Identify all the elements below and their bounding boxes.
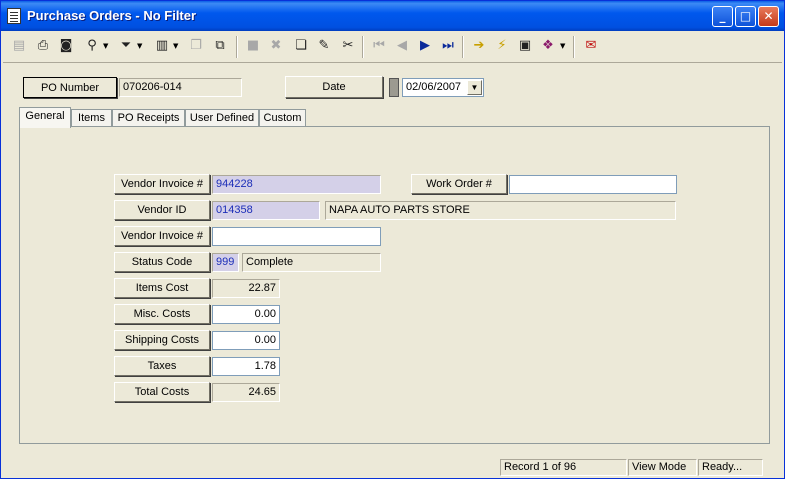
clipboard-icon — [7, 8, 21, 24]
toolbar-separator — [573, 36, 575, 58]
items-cost-field: 22.87 — [212, 279, 280, 298]
last-record-icon[interactable]: ⏭ — [438, 36, 458, 56]
filter-dropdown-icon[interactable]: ▼ — [137, 40, 143, 52]
tab-custom[interactable]: Custom — [259, 109, 306, 127]
work-order-field[interactable] — [509, 175, 677, 194]
taxes-label: Taxes — [114, 356, 210, 376]
vendor-invoice-field: 944228 — [212, 175, 381, 194]
print-icon[interactable]: ⎙ — [33, 36, 53, 56]
maximize-button[interactable]: □ — [735, 6, 756, 27]
toolbar-separator — [362, 36, 364, 58]
mode-indicator: View Mode — [628, 459, 697, 476]
find-dropdown-icon[interactable]: ▼ — [103, 40, 109, 52]
print-preview-icon[interactable]: ◙ — [56, 36, 76, 56]
purchase-orders-window: Purchase Orders - No Filter _ □ ✕ ▤ ⎙ ◙ … — [0, 0, 785, 479]
resize-grip-icon[interactable] — [764, 459, 781, 476]
record-indicator: Record 1 of 96 — [500, 459, 627, 476]
status-bar: Record 1 of 96 View Mode Ready... — [3, 458, 782, 478]
title-bar[interactable]: Purchase Orders - No Filter _ □ ✕ — [1, 1, 784, 31]
lookup-icon[interactable]: ▣ — [515, 36, 535, 56]
shipping-costs-field[interactable]: 0.00 — [212, 331, 280, 350]
toolbar-separator — [462, 36, 464, 58]
po-number-button[interactable]: PO Number — [23, 77, 117, 98]
save-icon[interactable]: ■ — [243, 36, 263, 56]
state-indicator: Ready... — [698, 459, 763, 476]
report-dropdown-icon[interactable]: ▼ — [173, 40, 179, 52]
total-costs-label: Total Costs — [114, 382, 210, 402]
work-order-button[interactable]: Work Order # — [411, 174, 507, 194]
vendor-id-button[interactable]: Vendor ID — [114, 200, 210, 220]
status-code-field: 999 — [212, 253, 239, 272]
status-code-button[interactable]: Status Code — [114, 252, 210, 272]
date-value: 02/06/2007 — [406, 81, 462, 93]
tab-user-defined[interactable]: User Defined — [185, 109, 259, 127]
lightning-icon[interactable]: ⚡ — [492, 36, 512, 56]
misc-costs-label: Misc. Costs — [114, 304, 210, 324]
delete-icon[interactable]: ✖ — [266, 36, 286, 56]
next-record-icon[interactable]: ▶ — [415, 36, 435, 56]
vendor-name-field: NAPA AUTO PARTS STORE — [325, 201, 676, 220]
copy-record-icon[interactable]: ❐ — [186, 36, 206, 56]
misc-costs-field[interactable]: 0.00 — [212, 305, 280, 324]
new-record-icon[interactable]: ▤ — [9, 36, 29, 56]
help-dropdown-icon[interactable]: ▼ — [560, 40, 566, 52]
po-number-field: 070206-014 — [119, 78, 242, 97]
shipping-costs-label: Shipping Costs — [114, 330, 210, 350]
date-button[interactable]: Date — [285, 76, 383, 98]
edit-pencil-icon[interactable]: ✎ — [314, 36, 334, 56]
vendor-invoice-2-button[interactable]: Vendor Invoice # — [114, 226, 210, 246]
vendor-invoice-button[interactable]: Vendor Invoice # — [114, 174, 210, 194]
tab-items[interactable]: Items — [71, 109, 112, 127]
report-icon[interactable]: ▥ — [152, 36, 172, 56]
previous-record-icon[interactable]: ◀ — [392, 36, 412, 56]
find-icon[interactable]: ⚲ — [82, 36, 102, 56]
taxes-field[interactable]: 1.78 — [212, 357, 280, 376]
toolbar-separator — [236, 36, 238, 58]
minimize-button[interactable]: _ — [712, 6, 733, 27]
goto-arrow-icon[interactable]: ➔ — [469, 36, 489, 56]
tab-general[interactable]: General — [19, 107, 71, 128]
first-record-icon[interactable]: ⏮ — [369, 36, 389, 56]
exit-icon[interactable]: ✉ — [581, 36, 601, 56]
tab-po-receipts[interactable]: PO Receipts — [112, 109, 185, 127]
help-book-icon[interactable]: ❖ — [538, 36, 558, 56]
items-cost-label: Items Cost — [114, 278, 210, 298]
date-combo[interactable]: 02/06/2007 ▼ — [402, 78, 484, 97]
window-title: Purchase Orders - No Filter — [27, 8, 197, 23]
filter-icon[interactable]: ⏷ — [116, 36, 136, 56]
chevron-down-icon[interactable]: ▼ — [467, 80, 482, 95]
books-icon[interactable]: ❏ — [291, 36, 311, 56]
cut-icon[interactable]: ✂ — [338, 36, 358, 56]
total-costs-field: 24.65 — [212, 383, 280, 402]
close-button[interactable]: ✕ — [758, 6, 779, 27]
duplicate-icon[interactable]: ⧉ — [210, 36, 230, 56]
vendor-id-field: 014358 — [212, 201, 320, 220]
date-marker — [389, 78, 399, 97]
vendor-invoice-2-field[interactable] — [212, 227, 381, 246]
status-text-field: Complete — [242, 253, 381, 272]
toolbar: ▤ ⎙ ◙ ⚲ ▼ ⏷ ▼ ▥ ▼ ❐ ⧉ ■ ✖ ❏ ✎ ✂ ⏮ ◀ ▶ ⏭ … — [3, 32, 782, 63]
